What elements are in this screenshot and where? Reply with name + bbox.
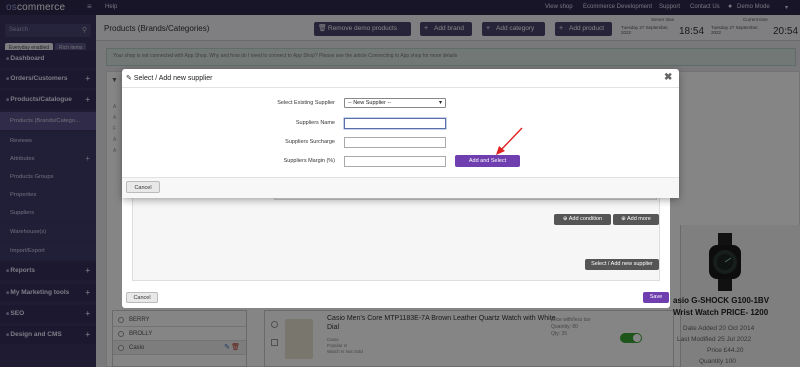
dialog-footer [122,177,679,198]
select-add-supplier-button[interactable]: Select / Add new supplier [585,259,659,270]
add-condition-button[interactable]: ⊕ Add condition [554,214,611,225]
dialog-title: ✎ Select / Add new supplier [126,74,212,82]
supplier-margin-label: Suppliers Margin (%) [283,158,335,164]
existing-supplier-select[interactable]: -- New Supplier -- ▾ [344,98,446,108]
supplier-margin-input[interactable] [344,156,446,167]
annotation-arrow-icon [496,127,523,155]
pencil-icon: ✎ [126,75,132,82]
existing-supplier-label: Select Existing Supplier [277,100,335,106]
save-button[interactable]: Save [643,292,669,303]
supplier-surcharge-label: Suppliers Surcharge [285,139,335,145]
select-add-supplier-dialog: ✎ Select / Add new supplier ✖ Select Exi… [122,69,679,198]
supplier-name-input[interactable] [344,118,446,129]
add-more-button[interactable]: ⊕ Add more [613,214,659,225]
dialog-title-text: Select / Add new supplier [133,75,213,82]
close-icon[interactable]: ✖ [664,72,672,83]
supplier-surcharge-input[interactable] [344,137,446,148]
supplier-name-label: Suppliers Name [295,120,335,126]
outer-cancel-button[interactable]: Cancel [126,292,158,303]
chevron-down-icon: ▾ [438,100,442,106]
cancel-button[interactable]: Cancel [126,181,160,193]
